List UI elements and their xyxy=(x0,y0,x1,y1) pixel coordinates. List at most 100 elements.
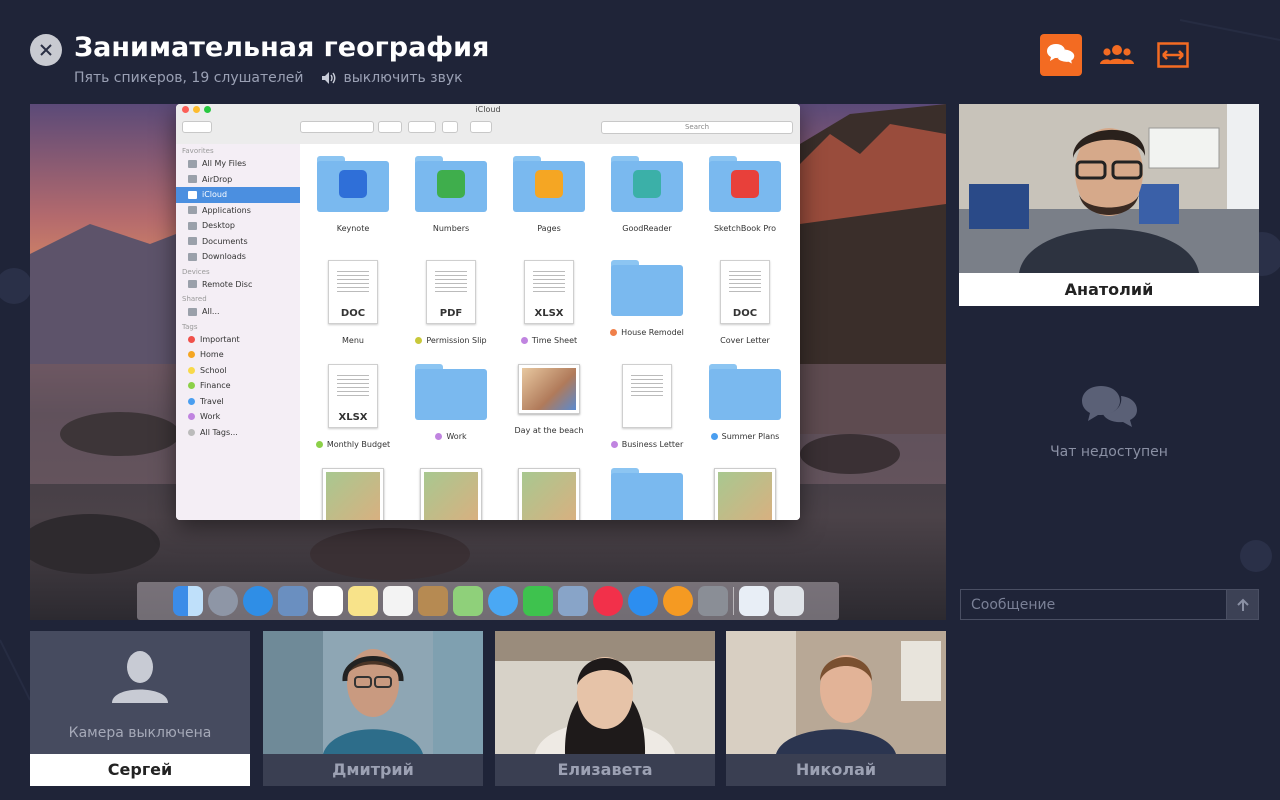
sidebar-item[interactable]: Applications xyxy=(176,203,300,219)
window-minimize-button[interactable] xyxy=(193,106,200,113)
mute-button[interactable]: выключить звук xyxy=(321,70,463,86)
action-button[interactable] xyxy=(408,121,436,133)
participant-tile[interactable]: Елизавета xyxy=(495,631,715,786)
message-composer xyxy=(960,589,1259,620)
trash-dock-icon[interactable] xyxy=(773,586,804,616)
file-item[interactable]: DOC Cover Letter xyxy=(696,260,794,345)
file-type-label: DOC xyxy=(340,308,366,319)
close-button[interactable] xyxy=(30,34,62,66)
folder-icon xyxy=(611,260,683,316)
tag-color-icon xyxy=(435,433,443,440)
participant-tile[interactable]: Николай xyxy=(726,631,946,786)
documents-dock-icon[interactable] xyxy=(738,586,769,616)
view-mode-buttons[interactable] xyxy=(300,121,374,133)
ibooks-dock-icon[interactable] xyxy=(662,586,693,616)
sidebar-item[interactable]: All My Files xyxy=(176,156,300,172)
file-item[interactable] xyxy=(402,468,500,520)
fit-screen-button[interactable] xyxy=(1152,34,1194,76)
chat-toggle-button[interactable] xyxy=(1040,34,1082,76)
send-button[interactable] xyxy=(1227,589,1259,620)
participant-tile[interactable]: Дмитрий xyxy=(263,631,483,786)
sidebar-item[interactable]: Finance xyxy=(176,378,300,394)
sidebar-item[interactable]: AirDrop xyxy=(176,172,300,188)
sidebar-item[interactable]: Remote Disc xyxy=(176,277,300,293)
sidebar-item[interactable]: Downloads xyxy=(176,249,300,265)
file-item[interactable]: Business Letter xyxy=(598,364,696,449)
message-input[interactable] xyxy=(960,589,1227,620)
file-item[interactable]: DOC Menu xyxy=(304,260,402,345)
file-name-label: GoodReader xyxy=(622,224,672,233)
tags-button[interactable] xyxy=(470,121,492,133)
sidebar-item-label: All My Files xyxy=(202,159,247,168)
finder-dock-icon[interactable] xyxy=(172,586,203,616)
tag-color-icon xyxy=(610,441,618,448)
file-item[interactable]: GoodReader xyxy=(598,156,696,233)
itunes-dock-icon[interactable] xyxy=(592,586,623,616)
tag-color-icon xyxy=(188,335,195,343)
messages-dock-icon[interactable] xyxy=(487,586,518,616)
chat-bubbles-icon xyxy=(1082,386,1137,427)
launchpad-dock-icon[interactable] xyxy=(207,586,238,616)
sidebar-item[interactable]: Important xyxy=(176,332,300,348)
window-zoom-button[interactable] xyxy=(204,106,211,113)
file-name-label: Time Sheet xyxy=(531,336,578,345)
safari-dock-icon[interactable] xyxy=(242,586,273,616)
finder-search-input[interactable]: Search xyxy=(601,121,793,134)
participant-video-frame xyxy=(726,631,946,754)
sidebar-item[interactable]: All Tags... xyxy=(176,425,300,441)
participant-video xyxy=(495,631,715,754)
sidebar-item[interactable]: iCloud xyxy=(176,187,300,203)
file-item[interactable]: Day at the beach xyxy=(500,364,598,435)
maps-dock-icon[interactable] xyxy=(452,586,483,616)
finder-titlebar: iCloud xyxy=(176,104,800,116)
contacts-dock-icon[interactable] xyxy=(417,586,448,616)
tag-color-icon xyxy=(188,428,195,436)
folder-icon xyxy=(317,156,389,212)
file-item[interactable] xyxy=(696,468,794,520)
file-item[interactable]: Pages xyxy=(500,156,598,233)
tag-color-icon xyxy=(188,382,195,390)
file-item[interactable]: XLSX Monthly Budget xyxy=(304,364,402,449)
file-item[interactable]: SketchBook Pro xyxy=(696,156,794,233)
audience-count: Пять спикеров, 19 слушателей xyxy=(74,70,304,86)
preview-dock-icon[interactable] xyxy=(277,586,308,616)
sidebar-item[interactable]: School xyxy=(176,363,300,379)
photos-dock-icon[interactable] xyxy=(557,586,588,616)
file-item[interactable] xyxy=(304,468,402,520)
file-item[interactable] xyxy=(500,468,598,520)
sidebar-item-label: Travel xyxy=(200,396,224,406)
back-forward-buttons[interactable] xyxy=(182,121,212,133)
page-title: Занимательная география xyxy=(74,32,490,63)
file-name: GoodReader xyxy=(598,224,696,233)
participants-button[interactable] xyxy=(1096,34,1138,76)
participant-name: Сергей xyxy=(30,754,250,786)
file-item[interactable]: PDF Permission Slip xyxy=(402,260,500,345)
photo-icon xyxy=(322,468,384,520)
notes-dock-icon[interactable] xyxy=(347,586,378,616)
arrange-button[interactable] xyxy=(378,121,402,133)
file-item[interactable]: Numbers xyxy=(402,156,500,233)
window-close-button[interactable] xyxy=(182,106,189,113)
appstore-dock-icon[interactable] xyxy=(627,586,658,616)
sidebar-item[interactable]: All... xyxy=(176,304,300,320)
system-preferences-dock-icon[interactable] xyxy=(697,586,728,616)
share-button[interactable] xyxy=(442,121,458,133)
facetime-dock-icon[interactable] xyxy=(522,586,553,616)
file-item[interactable]: House Remodel xyxy=(598,260,696,337)
sidebar-item[interactable]: Documents xyxy=(176,234,300,250)
sidebar-section-header: Devices xyxy=(182,267,210,276)
participant-video xyxy=(263,631,483,754)
sidebar-item[interactable]: Home xyxy=(176,347,300,363)
file-item[interactable]: Keynote xyxy=(304,156,402,233)
folder-icon xyxy=(188,190,197,199)
file-item[interactable]: Summer Plans xyxy=(696,364,794,441)
file-item[interactable]: XLSX Time Sheet xyxy=(500,260,598,345)
file-item[interactable]: Work xyxy=(402,364,500,441)
sidebar-item[interactable]: Work xyxy=(176,409,300,425)
reminders-dock-icon[interactable] xyxy=(382,586,413,616)
participant-tile-self[interactable]: Камера выключена Сергей xyxy=(30,631,250,786)
calendar-dock-icon[interactable] xyxy=(312,586,343,616)
sidebar-item[interactable]: Travel xyxy=(176,394,300,410)
file-item[interactable] xyxy=(598,468,696,520)
sidebar-item[interactable]: Desktop xyxy=(176,218,300,234)
